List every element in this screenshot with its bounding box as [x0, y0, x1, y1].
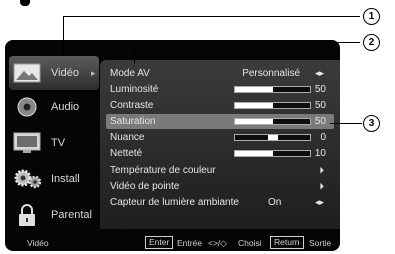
callout-1-marker: 1 — [363, 8, 380, 25]
row-label: Mode AV — [110, 68, 150, 79]
menu-row-mode-av[interactable]: Mode AV Personnalisé ◂▸ — [106, 66, 334, 81]
callout-1-line — [63, 16, 360, 17]
level-bar[interactable] — [234, 86, 311, 93]
callout-2-leader — [134, 42, 135, 64]
sidebar-item-label: Vidéo — [51, 67, 79, 79]
callout-3-marker: 3 — [363, 115, 380, 132]
enter-submenu-icon[interactable]: ⏵ — [319, 181, 324, 192]
sidebar-item-label: Parental — [51, 209, 92, 221]
row-value: Personnalisé — [242, 68, 300, 79]
menu-row-nettete[interactable]: Netteté 10 — [106, 146, 334, 161]
enter-action-label: Entrée — [177, 238, 203, 248]
level-bar[interactable] — [234, 150, 311, 157]
lock-icon — [13, 204, 41, 226]
menu-row-saturation[interactable]: Saturation 50 — [106, 114, 334, 129]
sidebar-item-parental[interactable]: Parental — [9, 198, 99, 232]
callout-3-line — [330, 123, 362, 124]
level-bar[interactable] — [234, 118, 311, 125]
enter-submenu-icon[interactable]: ⏵ — [319, 165, 324, 176]
tv-menu-screen: Vidéo ▸ Audio TV Install Parental Mode A… — [5, 40, 340, 251]
menu-row-capteur-lumiere[interactable]: Capteur de lumière ambiante On ◂▸ — [106, 195, 334, 210]
level-bar-fill — [235, 119, 273, 124]
row-label: Capteur de lumière ambiante — [110, 197, 239, 208]
row-label: Contraste — [110, 100, 154, 111]
sidebar-item-tv[interactable]: TV — [9, 126, 99, 160]
level-bar-fill — [235, 87, 273, 92]
row-label: Luminosité — [110, 84, 159, 95]
footer-bar: Vidéo Enter Entrée <>/◇ Choisi Return So… — [5, 235, 340, 251]
left-right-arrows-icon[interactable]: ◂▸ — [315, 197, 324, 208]
row-label: Nuance — [110, 132, 145, 143]
row-value: 50 — [314, 84, 326, 95]
sidebar-item-install[interactable]: Install — [9, 162, 99, 196]
row-label: Vidéo de pointe — [110, 181, 180, 192]
row-value: 0 — [320, 132, 326, 143]
menu-row-contraste[interactable]: Contraste 50 — [106, 98, 334, 113]
level-bar-fill — [235, 103, 273, 108]
row-value: On — [268, 197, 282, 208]
sidebar-item-audio[interactable]: Audio — [9, 90, 99, 124]
callout-2-marker: 2 — [363, 34, 380, 51]
row-value: 50 — [314, 100, 326, 111]
level-bar[interactable] — [234, 102, 311, 109]
row-value: 50 — [314, 116, 326, 127]
menu-row-video-pointe[interactable]: Vidéo de pointe ⏵ — [106, 179, 334, 194]
callout-1-leader — [63, 16, 64, 56]
enter-key-badge: Enter — [145, 236, 174, 249]
footer-section-label: Vidéo — [27, 238, 49, 248]
menu-row-nuance[interactable]: Nuance 0 — [106, 130, 334, 145]
sidebar-item-video[interactable]: Vidéo ▸ — [9, 56, 99, 90]
row-label: Netteté — [110, 148, 143, 159]
return-action-label: Sortie — [309, 238, 332, 248]
left-right-arrows-icon[interactable]: ◂▸ — [315, 68, 324, 79]
row-value: 10 — [314, 148, 326, 159]
top-edge-mark — [20, 0, 30, 6]
sidebar-item-label: TV — [51, 137, 66, 149]
gears-icon — [13, 168, 41, 190]
row-label: Saturation — [110, 116, 156, 127]
menu-row-luminosite[interactable]: Luminosité 50 — [106, 82, 334, 97]
video-icon — [13, 62, 41, 84]
audio-icon — [13, 96, 41, 118]
sidebar-item-label: Audio — [51, 101, 80, 113]
nav-action-label: Choisi — [238, 238, 262, 248]
callout-2-line — [134, 42, 360, 43]
chevron-right-icon: ▸ — [91, 67, 96, 78]
return-key-badge: Return — [270, 236, 304, 249]
nav-keys-icon: <>/◇ — [208, 238, 227, 248]
level-bar-fill — [235, 151, 273, 156]
level-bar-center-marker — [267, 135, 278, 140]
row-label: Température de couleur — [110, 165, 216, 176]
video-settings-panel: Mode AV Personnalisé ◂▸ Luminosité 50 Co… — [100, 60, 340, 229]
sidebar-item-label: Install — [51, 173, 80, 185]
menu-row-temperature-couleur[interactable]: Température de couleur ⏵ — [106, 163, 334, 178]
tv-icon — [13, 132, 41, 154]
level-bar[interactable] — [234, 134, 311, 141]
